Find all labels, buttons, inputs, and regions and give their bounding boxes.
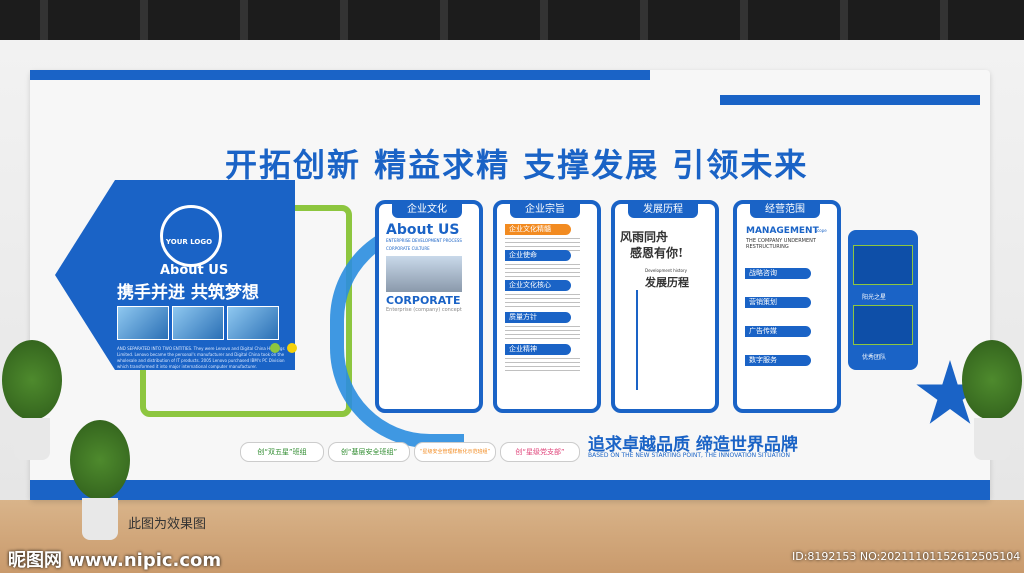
purpose-label: 企业文化核心 (505, 280, 571, 291)
scope-label: 营销策划 (745, 297, 811, 308)
ceiling-slat (440, 0, 448, 40)
building-photo (117, 306, 169, 340)
panel-tab: 发展历程 (628, 202, 698, 218)
right-label: 阳光之星 (862, 294, 887, 301)
ceiling-slat (340, 0, 348, 40)
text-lines (505, 264, 580, 278)
ceiling-slat (740, 0, 748, 40)
history-en: Development history (645, 268, 687, 273)
corporate-sub: Enterprise (company) concept (386, 307, 462, 313)
ceiling (0, 0, 1024, 40)
ceiling-slat (140, 0, 148, 40)
left-tagline: 携手并进 共筑梦想 (117, 283, 259, 303)
scope-label: 广告传媒 (745, 326, 811, 337)
panel-tab: 企业宗旨 (510, 202, 580, 218)
panel-title: About US (386, 222, 460, 238)
top-stripe (30, 70, 650, 80)
left-plant (2, 340, 62, 460)
watermark-brand: 昵图网 www.nipic.com (8, 550, 222, 571)
logo-icon (160, 205, 222, 267)
timeline (636, 290, 638, 390)
purpose-label: 企业精神 (505, 344, 571, 355)
city-photo (386, 256, 462, 292)
ceiling-slat (940, 0, 948, 40)
panel-subtitle-2: CORPORATE CULTURE (386, 246, 430, 251)
right-label: 优秀团队 (862, 354, 887, 361)
panel-subtitle: ENTERPRISE DEVELOPMENT PROCESS (386, 238, 462, 243)
main-slogan: 开拓创新 精益求精 支撑发展 引领未来 (225, 146, 809, 184)
management-scope: scope (815, 228, 827, 233)
purpose-label: 质量方针 (505, 312, 571, 323)
ceiling-slat (640, 0, 648, 40)
text-lines (505, 294, 580, 308)
text-lines (505, 358, 580, 372)
history-cn: 发展历程 (645, 276, 689, 289)
text-lines (505, 326, 580, 340)
purpose-label: 企业文化精髓 (505, 224, 571, 235)
left-body-text: AND SEPARATED INTO TWO ENTITIES. They we… (117, 346, 285, 369)
ceiling-slat (40, 0, 48, 40)
ceiling-slat (540, 0, 548, 40)
history-title-2: 感恩有你! (630, 246, 684, 260)
bottom-stripe (30, 480, 990, 500)
right-photo-frame (853, 305, 913, 345)
building-photo (172, 306, 224, 340)
pill-badge: 创“基层安全班组” (328, 442, 410, 462)
about-heading: About US (160, 263, 229, 278)
history-title-1: 风雨同舟 (620, 230, 669, 244)
right-plant (962, 340, 1022, 460)
building-photo (227, 306, 279, 340)
center-plant (70, 420, 130, 540)
caption: 此图为效果图 (128, 517, 207, 532)
yellow-dot (287, 343, 297, 353)
management-heading: MANAGEMENT (746, 226, 819, 236)
logo-text: YOUR LOGO (165, 238, 213, 246)
pill-badge: “星级安全管理样板化示范班组” (414, 442, 496, 462)
pill-badge: 创“双五星”班组 (240, 442, 324, 462)
secondary-slogan-en: BASED ON THE NEW STARTING POINT, THE INN… (588, 452, 790, 459)
panel-tab: 企业文化 (392, 202, 462, 218)
scope-label: 战略咨询 (745, 268, 811, 279)
panel-tab: 经营范围 (750, 202, 820, 218)
top-stripe-right (720, 95, 980, 105)
ceiling-slat (840, 0, 848, 40)
pill-badge: 创“星级党支部” (500, 442, 580, 462)
ceiling-slat (240, 0, 248, 40)
corporate-heading: CORPORATE (386, 294, 461, 307)
green-dot (270, 343, 280, 353)
management-sub: THE COMPANY UNDERMENT RESTRUCTURING (746, 238, 816, 250)
purpose-label: 企业使命 (505, 250, 571, 261)
watermark-id: ID:8192153 NO:20211101152612505104 (792, 550, 1021, 563)
scope-label: 数字服务 (745, 355, 811, 366)
right-photo-frame (853, 245, 913, 285)
